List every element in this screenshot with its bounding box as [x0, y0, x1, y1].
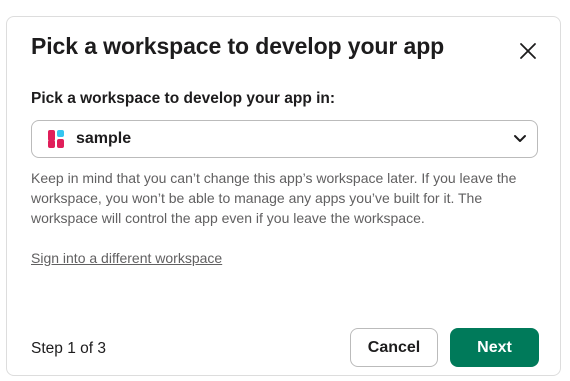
workspace-select[interactable]: sample — [31, 120, 538, 158]
workspace-logo-icon — [48, 130, 64, 148]
step-indicator: Step 1 of 3 — [31, 340, 106, 357]
dialog-title: Pick a workspace to develop your app — [31, 33, 445, 59]
sign-into-different-workspace-link[interactable]: Sign into a different workspace — [31, 250, 222, 266]
workspace-select-label: Pick a workspace to develop your app in: — [31, 90, 336, 107]
chevron-down-icon — [514, 135, 526, 142]
cancel-button[interactable]: Cancel — [350, 328, 438, 367]
next-button[interactable]: Next — [450, 328, 539, 367]
workspace-help-text: Keep in mind that you can’t change this … — [31, 170, 517, 226]
close-icon — [520, 43, 536, 59]
close-button[interactable] — [512, 35, 544, 67]
workspace-select-value: sample — [76, 130, 132, 147]
workspace-picker-dialog: Pick a workspace to develop your app Pic… — [6, 16, 561, 376]
